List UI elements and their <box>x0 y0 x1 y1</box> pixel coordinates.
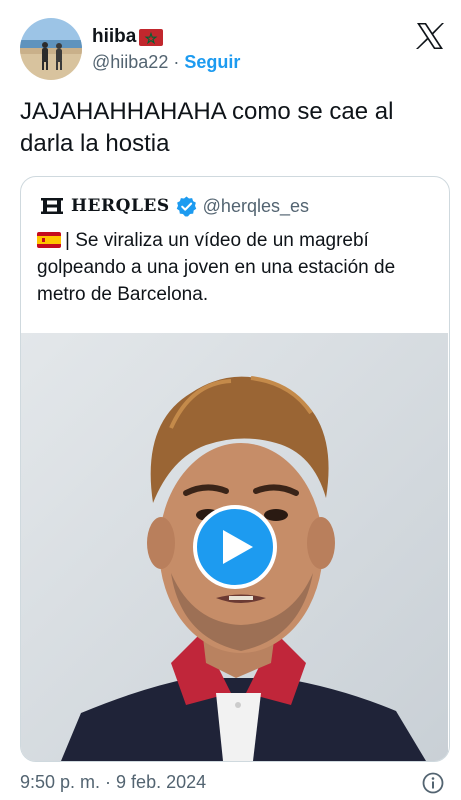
morocco-flag-icon <box>139 28 164 46</box>
author-name-row[interactable]: hiiba <box>92 26 164 48</box>
author-display-name[interactable]: hiiba <box>92 26 136 48</box>
separator-dot: · <box>105 772 112 792</box>
quoted-tweet[interactable]: HERQLES @herqles_es | Se viraliza un víd… <box>20 176 450 762</box>
verified-badge-icon <box>176 195 196 217</box>
tweet-text: JAJAHAHHAHAHA como se cae al darla la ho… <box>20 98 394 157</box>
quoted-author-handle[interactable]: @herqles_es <box>203 196 309 217</box>
tweet-time: 9:50 p. m. <box>20 772 101 792</box>
quoted-tweet-header: HERQLES @herqles_es <box>41 193 309 219</box>
quoted-tweet-body: | Se viraliza un vídeo de un magrebí gol… <box>37 230 396 305</box>
tweet-timestamp[interactable]: 9:50 p. m. · 9 feb. 2024 <box>20 772 206 793</box>
video-player[interactable] <box>21 333 448 761</box>
author-handle-row: @hiiba22 · Seguir <box>92 52 240 73</box>
follow-button[interactable]: Seguir <box>184 52 240 73</box>
author-handle[interactable]: @hiiba22 <box>92 52 168 73</box>
tweet-card: hiiba @hiiba22 · Seguir JAJAHAHHAHAHA co… <box>0 0 461 800</box>
herqles-logo-icon <box>41 198 63 214</box>
avatar[interactable] <box>20 18 82 80</box>
play-icon <box>223 530 253 564</box>
quoted-author-name[interactable]: HERQLES <box>71 196 170 216</box>
x-logo-icon[interactable] <box>415 22 445 50</box>
separator-dot: · <box>173 52 180 72</box>
quoted-tweet-text: | Se viraliza un vídeo de un magrebí gol… <box>37 227 437 308</box>
play-button[interactable] <box>193 505 277 589</box>
spain-flag-icon <box>37 232 61 248</box>
tweet-date: 9 feb. 2024 <box>116 772 207 792</box>
info-icon[interactable] <box>422 772 444 794</box>
